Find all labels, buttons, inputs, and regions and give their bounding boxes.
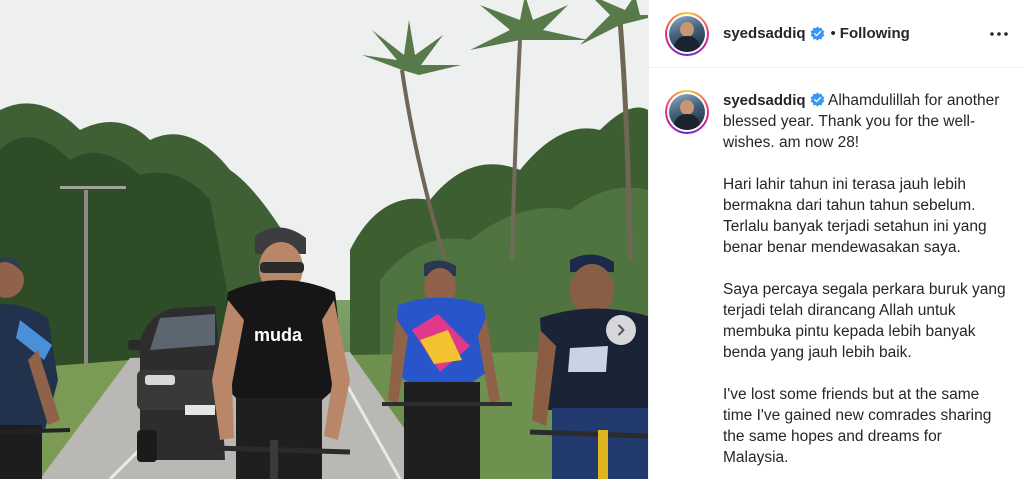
verified-badge-icon (810, 26, 824, 41)
caption-paragraph-1: syedsaddiq Alhamdulillah for another ble… (723, 90, 1007, 153)
post-header: syedsaddiq • Following (649, 0, 1024, 68)
post-sidebar: syedsaddiq • Following syedsaddiq Alhamd… (648, 0, 1024, 479)
chevron-right-icon (618, 324, 625, 336)
caption-paragraph-2: Hari lahir tahun ini terasa jauh lebih b… (723, 176, 987, 256)
header-username[interactable]: syedsaddiq (723, 25, 806, 42)
caption-paragraph-3: Saya percaya segala perkara buruk yang t… (723, 281, 1006, 361)
caption-username[interactable]: syedsaddiq (723, 92, 806, 109)
caption-avatar-image (669, 94, 705, 130)
follow-separator: • (830, 25, 836, 42)
caption-avatar[interactable] (665, 90, 709, 134)
avatar-image (669, 15, 705, 52)
shirt-text: muda (254, 325, 303, 345)
caption-text: syedsaddiq Alhamdulillah for another ble… (723, 90, 1007, 468)
avatar[interactable] (665, 11, 709, 56)
cyclists-photo: muda (0, 0, 648, 479)
post-photo[interactable]: muda (0, 0, 648, 479)
caption-verified-badge-icon (810, 92, 824, 107)
carousel-next-button[interactable] (606, 315, 636, 345)
caption-paragraph-4: I've lost some friends but at the same t… (723, 386, 992, 466)
more-options-button[interactable] (990, 31, 1008, 36)
following-button[interactable]: Following (840, 25, 910, 42)
ellipsis-icon (990, 31, 1008, 36)
caption-comment: syedsaddiq Alhamdulillah for another ble… (649, 68, 1024, 468)
